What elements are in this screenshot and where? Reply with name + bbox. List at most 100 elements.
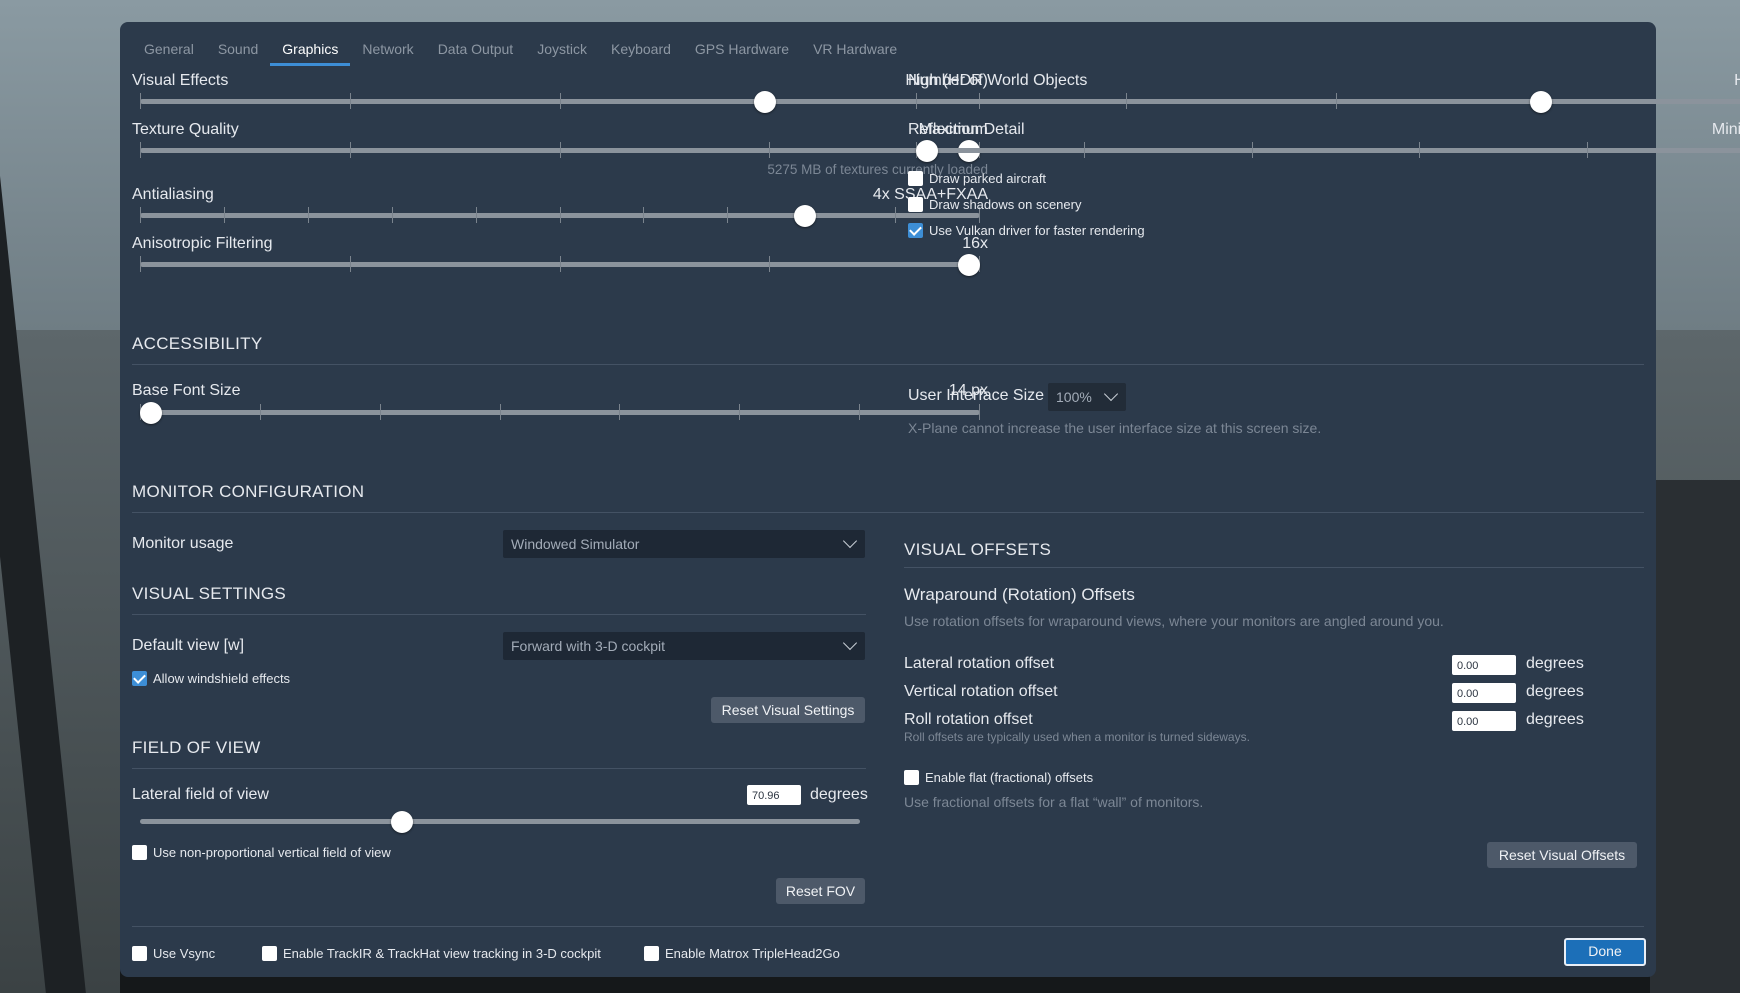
slider-handle[interactable] <box>391 811 414 833</box>
tab-joystick[interactable]: Joystick <box>525 36 599 66</box>
vertical-offset-input[interactable]: 0.00 <box>1452 683 1516 703</box>
reflection-label: Reflection Detail <box>908 121 1025 138</box>
slider-tick <box>769 256 771 272</box>
slider-tick <box>1083 142 1085 158</box>
draw-parked-checkbox[interactable]: Draw parked aircraft <box>908 171 1046 186</box>
slider-track[interactable] <box>140 410 980 415</box>
checkbox-box[interactable] <box>132 671 147 686</box>
slider-tick <box>1125 93 1127 109</box>
divider <box>132 364 1644 365</box>
matrox-checkbox[interactable]: Enable Matrox TripleHead2Go <box>644 946 840 961</box>
slider-handle[interactable] <box>794 205 817 227</box>
slider-tick <box>559 207 561 223</box>
ui-size-label: User Interface Size <box>908 387 1045 404</box>
antialiasing-label: Antialiasing <box>132 186 214 203</box>
wraparound-title: Wraparound (Rotation) Offsets <box>904 585 1135 604</box>
slider-tick <box>727 207 729 223</box>
tab-graphics[interactable]: Graphics <box>270 36 351 66</box>
lateral-offset-unit: degrees <box>1526 655 1584 672</box>
default-view-label: Default view [w] <box>132 637 245 654</box>
checkbox-box[interactable] <box>908 223 923 238</box>
slider-tick <box>140 93 141 109</box>
tab-sound[interactable]: Sound <box>206 36 270 66</box>
checkbox-box[interactable] <box>904 770 919 785</box>
antialiasing-slider[interactable] <box>140 205 980 227</box>
anisotropic-slider[interactable] <box>140 254 980 276</box>
chevron-down-icon <box>842 635 858 651</box>
reset-fov-button[interactable]: Reset FOV <box>776 878 865 904</box>
visual-effects-slider[interactable] <box>140 91 980 113</box>
slider-handle[interactable] <box>140 402 162 424</box>
slider-tick <box>895 207 897 223</box>
trackir-checkbox[interactable]: Enable TrackIR & TrackHat view tracking … <box>262 946 601 961</box>
slider-tick <box>769 142 771 158</box>
lateral-fov-input[interactable]: 70.96 <box>747 785 801 805</box>
monitor-usage-value: Windowed Simulator <box>511 536 640 552</box>
chevron-down-icon <box>1103 386 1119 402</box>
checkbox-box[interactable] <box>132 845 147 860</box>
settings-dialog: General Sound Graphics Network Data Outp… <box>120 22 1740 977</box>
windshield-label: Allow windshield effects <box>153 671 291 686</box>
slider-tick <box>979 404 980 420</box>
lateral-offset-input[interactable]: 0.00 <box>1452 655 1516 675</box>
texture-quality-slider[interactable] <box>140 140 980 162</box>
flat-offsets-note: Use fractional offsets for a flat “wall”… <box>904 794 1204 810</box>
checkbox-box[interactable] <box>132 946 147 961</box>
default-view-value: Forward with 3-D cockpit <box>511 638 666 654</box>
draw-shadows-checkbox[interactable]: Draw shadows on scenery <box>908 197 1081 212</box>
divider <box>132 512 1644 513</box>
draw-shadows-label: Draw shadows on scenery <box>929 197 1082 212</box>
slider-tick <box>349 256 351 272</box>
vulkan-checkbox[interactable]: Use Vulkan driver for faster rendering <box>908 223 1145 238</box>
windshield-checkbox[interactable]: Allow windshield effects <box>132 671 290 686</box>
reflection-slider[interactable] <box>916 140 1740 162</box>
default-view-dropdown[interactable]: Forward with 3-D cockpit <box>503 632 865 660</box>
tab-gps-hardware[interactable]: GPS Hardware <box>683 36 801 66</box>
nonproportional-fov-checkbox[interactable]: Use non-proportional vertical field of v… <box>132 845 391 860</box>
slider-track[interactable] <box>916 148 1740 153</box>
roll-offset-input[interactable]: 0.00 <box>1452 711 1516 731</box>
visual-offsets-heading: VISUAL OFFSETS <box>904 540 1052 559</box>
tab-general[interactable]: General <box>132 36 206 66</box>
slider-handle[interactable] <box>1529 91 1552 113</box>
wraparound-note: Use rotation offsets for wraparound view… <box>904 613 1444 629</box>
tab-vr-hardware[interactable]: VR Hardware <box>801 36 909 66</box>
slider-tick <box>307 207 309 223</box>
vsync-checkbox[interactable]: Use Vsync <box>132 946 215 961</box>
slider-handle[interactable] <box>753 91 776 113</box>
checkbox-box[interactable] <box>262 946 277 961</box>
lateral-fov-slider[interactable] <box>140 811 860 833</box>
checkbox-box[interactable] <box>644 946 659 961</box>
slider-tick <box>1587 142 1589 158</box>
slider-tick <box>559 93 561 109</box>
tab-network[interactable]: Network <box>350 36 425 66</box>
slider-handle[interactable] <box>958 254 980 276</box>
reflection-value: Minimal <box>1711 121 1740 138</box>
slider-tick <box>559 256 561 272</box>
checkbox-box[interactable] <box>908 171 923 186</box>
divider <box>132 768 866 769</box>
slider-track[interactable] <box>916 99 1740 104</box>
nonproportional-fov-label: Use non-proportional vertical field of v… <box>153 845 391 860</box>
tab-data-output[interactable]: Data Output <box>426 36 526 66</box>
base-font-size-slider[interactable] <box>140 402 980 424</box>
vulkan-label: Use Vulkan driver for faster rendering <box>929 223 1145 238</box>
monitor-usage-dropdown[interactable]: Windowed Simulator <box>503 530 865 558</box>
vsync-label: Use Vsync <box>153 946 216 961</box>
world-objects-slider[interactable] <box>916 91 1740 113</box>
done-button[interactable]: Done <box>1564 938 1646 966</box>
visual-settings-heading: VISUAL SETTINGS <box>132 584 287 603</box>
field-of-view-heading: FIELD OF VIEW <box>132 738 261 757</box>
flat-offsets-checkbox[interactable]: Enable flat (fractional) offsets <box>904 770 1093 785</box>
draw-parked-label: Draw parked aircraft <box>929 171 1047 186</box>
reset-visual-offsets-button[interactable]: Reset Visual Offsets <box>1487 842 1637 868</box>
slider-tick <box>559 142 561 158</box>
slider-handle[interactable] <box>916 140 938 162</box>
world-objects-value: High <box>1734 72 1740 89</box>
checkbox-box[interactable] <box>908 197 923 212</box>
reset-visual-settings-button[interactable]: Reset Visual Settings <box>711 697 865 723</box>
tab-keyboard[interactable]: Keyboard <box>599 36 683 66</box>
ui-size-dropdown[interactable]: 100% <box>1048 383 1126 411</box>
flat-offsets-label: Enable flat (fractional) offsets <box>925 770 1094 785</box>
slider-track[interactable] <box>140 819 860 824</box>
